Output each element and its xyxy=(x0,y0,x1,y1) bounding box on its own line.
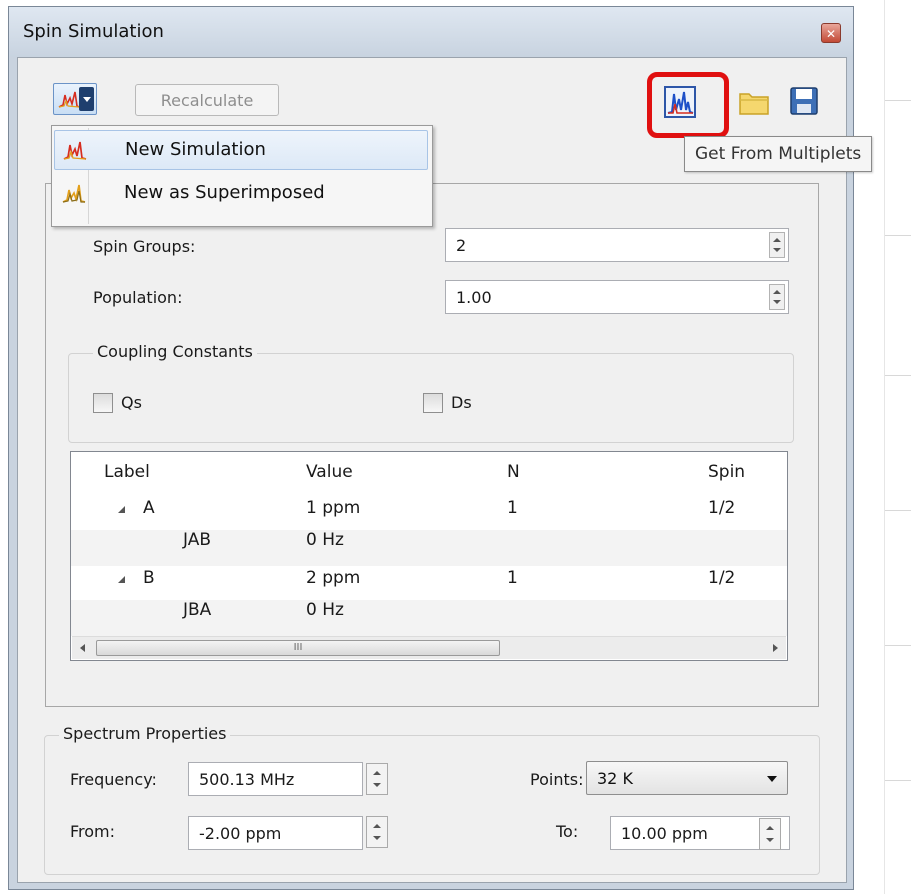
row-label: B xyxy=(143,568,155,588)
spin-groups-value[interactable]: 2 xyxy=(456,236,466,255)
chevron-down-icon[interactable] xyxy=(79,87,94,111)
population-label: Population: xyxy=(93,288,183,307)
coupling-constants-group: Coupling Constants Qs Ds xyxy=(68,342,794,443)
highlight-box xyxy=(647,72,729,138)
table-row[interactable]: JBA 0 Hz xyxy=(71,600,787,636)
spin-table[interactable]: Label Value N Spin A 1 ppm 1 1/2 JAB 0 H… xyxy=(70,451,788,661)
background-gridline xyxy=(885,235,911,236)
population-stepper[interactable]: 1.00 xyxy=(445,280,789,314)
from-spinner[interactable] xyxy=(366,816,388,848)
chevron-down-icon[interactable] xyxy=(767,776,777,782)
ds-label: Ds xyxy=(451,393,472,412)
points-value[interactable]: 32 K xyxy=(597,769,633,788)
menu-item-new-as-superimposed[interactable]: New as Superimposed xyxy=(54,174,428,214)
simulation-dropdown-menu: New Simulation New as Superimposed xyxy=(51,125,433,227)
row-spin: 1/2 xyxy=(708,498,736,518)
background-gridline xyxy=(885,375,911,376)
table-row[interactable]: B 2 ppm 1 1/2 xyxy=(71,564,787,600)
background-gridline xyxy=(885,780,911,781)
spin-groups-label: Spin Groups: xyxy=(93,237,196,256)
frequency-spinner[interactable] xyxy=(366,763,388,795)
window-title: Spin Simulation xyxy=(23,21,164,42)
to-value[interactable]: 10.00 ppm xyxy=(621,824,708,843)
spin-groups-stepper[interactable]: 2 xyxy=(445,228,789,262)
menu-item-label: New as Superimposed xyxy=(124,182,325,203)
tooltip: Get From Multiplets xyxy=(684,136,873,172)
title-bar[interactable]: Spin Simulation ✕ xyxy=(9,7,853,57)
row-value: 0 Hz xyxy=(306,600,344,620)
new-simulation-split-button[interactable] xyxy=(53,83,97,115)
column-header-spin[interactable]: Spin xyxy=(708,462,745,482)
spectrum-properties-caption: Spectrum Properties xyxy=(59,724,231,743)
to-spinner[interactable] xyxy=(759,818,781,850)
close-button[interactable]: ✕ xyxy=(821,23,841,43)
qs-label: Qs xyxy=(121,393,142,412)
from-field[interactable]: -2.00 ppm xyxy=(188,816,363,850)
row-value: 1 ppm xyxy=(306,498,361,518)
from-value[interactable]: -2.00 ppm xyxy=(199,824,281,843)
row-label: A xyxy=(143,498,155,518)
background-divider xyxy=(884,0,885,894)
to-label: To: xyxy=(556,822,579,841)
spin-groups-spinner[interactable] xyxy=(769,232,785,258)
column-header-value[interactable]: Value xyxy=(306,462,353,482)
population-value[interactable]: 1.00 xyxy=(456,288,492,307)
qs-checkbox[interactable] xyxy=(93,393,113,413)
row-value: 2 ppm xyxy=(306,568,361,588)
row-label: JBA xyxy=(183,600,212,620)
background-gridline xyxy=(885,510,911,511)
background-gridline xyxy=(885,100,911,101)
folder-icon[interactable] xyxy=(738,86,770,118)
dialog-body: Spin Groups: 2 Population: 1.00 Coupling… xyxy=(17,57,873,883)
spin-simulation-window: Spin Simulation ✕ Spin Groups: 2 Populat… xyxy=(8,6,873,890)
collapse-arrow-icon[interactable] xyxy=(118,576,125,583)
column-header-label[interactable]: Label xyxy=(104,462,150,482)
close-icon: ✕ xyxy=(825,27,837,41)
spectrum-icon xyxy=(58,91,80,108)
menu-item-label: New Simulation xyxy=(125,139,266,160)
row-n: 1 xyxy=(507,568,518,588)
row-value: 0 Hz xyxy=(306,530,344,550)
coupling-constants-caption: Coupling Constants xyxy=(93,342,257,361)
horizontal-scrollbar[interactable]: III xyxy=(72,636,786,659)
spectrum-properties-group: Spectrum Properties xyxy=(44,724,820,875)
column-header-n[interactable]: N xyxy=(507,462,520,482)
row-n: 1 xyxy=(507,498,518,518)
table-row[interactable]: A 1 ppm 1 1/2 xyxy=(71,494,787,530)
spectrum-icon xyxy=(63,141,87,160)
menu-item-new-simulation[interactable]: New Simulation xyxy=(54,130,428,170)
from-label: From: xyxy=(70,822,116,841)
scroll-right-icon[interactable] xyxy=(773,644,778,652)
points-label: Points: xyxy=(530,770,584,789)
scrollbar-thumb[interactable]: III xyxy=(96,640,500,656)
population-spinner[interactable] xyxy=(769,284,785,310)
frequency-field[interactable]: 500.13 MHz xyxy=(188,762,363,796)
frequency-label: Frequency: xyxy=(70,770,157,789)
recalculate-button[interactable]: Recalculate xyxy=(135,84,279,116)
superimposed-spectrum-icon xyxy=(62,184,86,203)
ds-checkbox[interactable] xyxy=(423,393,443,413)
row-label: JAB xyxy=(183,530,212,550)
row-spin: 1/2 xyxy=(708,568,736,588)
frequency-value[interactable]: 500.13 MHz xyxy=(199,770,294,789)
scroll-left-icon[interactable] xyxy=(80,644,85,652)
save-icon[interactable] xyxy=(788,85,820,117)
background-gridline xyxy=(885,645,911,646)
collapse-arrow-icon[interactable] xyxy=(118,506,125,513)
table-row[interactable]: JAB 0 Hz xyxy=(71,530,787,566)
points-select[interactable]: 32 K xyxy=(586,761,788,795)
